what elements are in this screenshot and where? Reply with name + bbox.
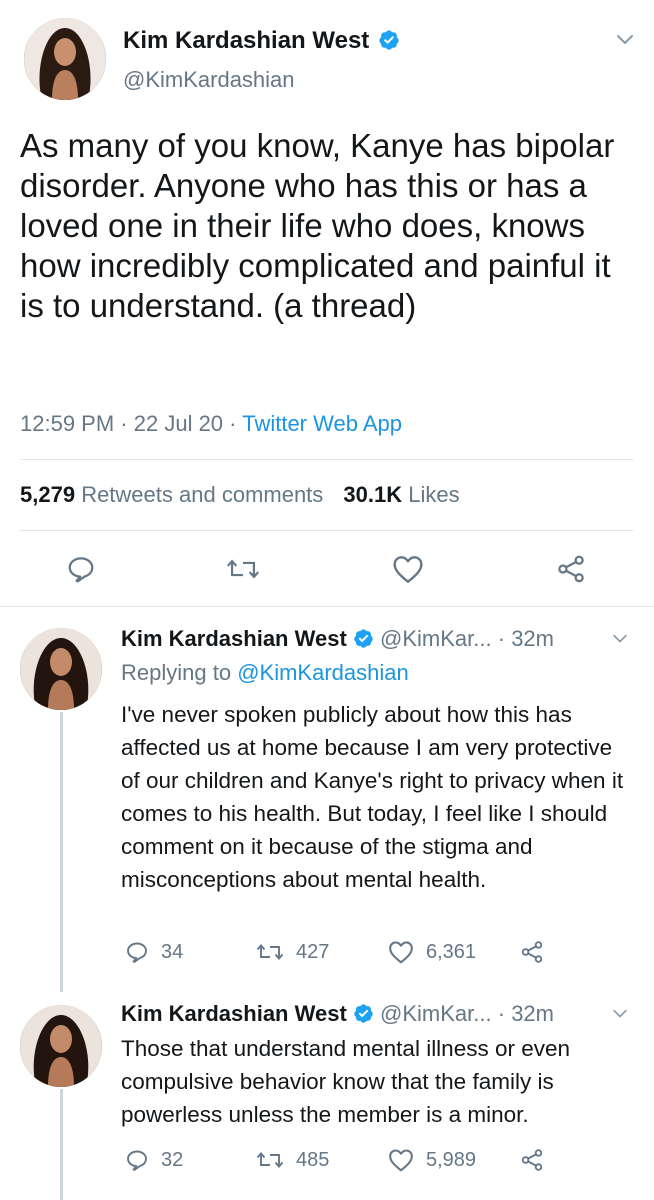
section-divider [0,606,654,607]
heart-icon [389,1149,413,1172]
retweets-count: 5,279 [20,482,76,507]
heart-icon[interactable] [392,554,424,584]
engagement-stats: 5,279 Retweets and comments 30.1K Likes [20,480,460,510]
thread-connector-line [60,1089,63,1200]
thread-connector-line [60,712,63,992]
reply-handle[interactable]: @KimKar... [380,1001,492,1026]
reply-time[interactable]: · 32m [498,626,554,651]
retweet-icon[interactable] [226,554,260,584]
like-button[interactable]: 6,361 [388,940,476,964]
verified-badge-icon [379,30,399,50]
reply-avatar[interactable] [20,1005,102,1087]
chevron-down-icon[interactable] [612,634,628,644]
reply-time[interactable]: · 32m [498,1001,554,1026]
like-button[interactable]: 5,989 [388,1148,476,1172]
share-icon[interactable] [556,554,586,584]
replying-to-label: Replying to [121,660,232,685]
reply-header: Kim Kardashian West @KimKar... · 32m [121,999,554,1029]
chevron-down-icon[interactable] [616,34,634,46]
verified-badge-icon [354,629,373,648]
replying-to: Replying to @KimKardashian [121,658,409,688]
chevron-down-icon[interactable] [612,1009,628,1019]
share-icon[interactable] [520,1148,544,1172]
likes-label: Likes [408,482,460,507]
reply-count: 34 [161,940,184,963]
likes-stat[interactable]: 30.1K Likes [343,482,459,507]
reply-header: Kim Kardashian West @KimKar... · 32m [121,624,554,654]
tweet-source[interactable]: Twitter Web App [242,411,402,436]
avatar-image [24,18,106,100]
avatar-image [20,1005,102,1087]
retweets-stat[interactable]: 5,279 Retweets and comments [20,482,329,507]
display-name[interactable]: Kim Kardashian West [123,27,369,54]
retweet-button[interactable]: 485 [256,1148,329,1172]
reply-text: I've never spoken publicly about how thi… [121,702,624,892]
tweet-text: As many of you know, Kanye has bipolar d… [20,127,615,324]
retweet-icon [256,1152,284,1168]
divider [20,459,634,460]
display-name[interactable]: Kim Kardashian West [121,626,347,651]
author-handle[interactable]: @KimKardashian [123,66,295,94]
likes-count: 30.1K [343,482,403,507]
author-name-row: Kim Kardashian West [123,26,400,56]
display-name[interactable]: Kim Kardashian West [121,1001,347,1026]
replying-to-handle[interactable]: @KimKardashian [237,660,409,685]
reply-text: Those that understand mental illness or … [121,1036,571,1127]
reply-icon [127,942,147,963]
reply-avatar[interactable] [20,628,102,710]
reply-icon[interactable] [66,554,96,584]
meta-separator: · [229,411,243,436]
author-avatar[interactable] [24,18,106,100]
avatar-image [20,628,102,710]
reply-button[interactable]: 34 [125,940,183,964]
reply-count: 32 [161,1148,184,1171]
reply-handle[interactable]: @KimKar... [380,626,492,651]
verified-badge-icon [354,1004,373,1023]
divider [20,530,634,531]
reply-icon [127,1150,147,1171]
tweet-meta: 12:59 PM · 22 Jul 20 · Twitter Web App [20,409,402,439]
retweet-count: 485 [296,1148,330,1171]
reply-button[interactable]: 32 [125,1148,183,1172]
retweet-count: 427 [296,940,330,963]
tweet-time[interactable]: 12:59 PM [20,411,114,436]
retweet-icon [256,944,284,960]
retweets-label: Retweets and comments [81,482,324,507]
like-count: 6,361 [426,940,477,963]
meta-separator: · [120,411,134,436]
like-count: 5,989 [426,1148,477,1171]
heart-icon [389,941,413,964]
retweet-button[interactable]: 427 [256,940,329,964]
share-icon[interactable] [520,940,544,964]
tweet-date[interactable]: 22 Jul 20 [134,411,223,436]
